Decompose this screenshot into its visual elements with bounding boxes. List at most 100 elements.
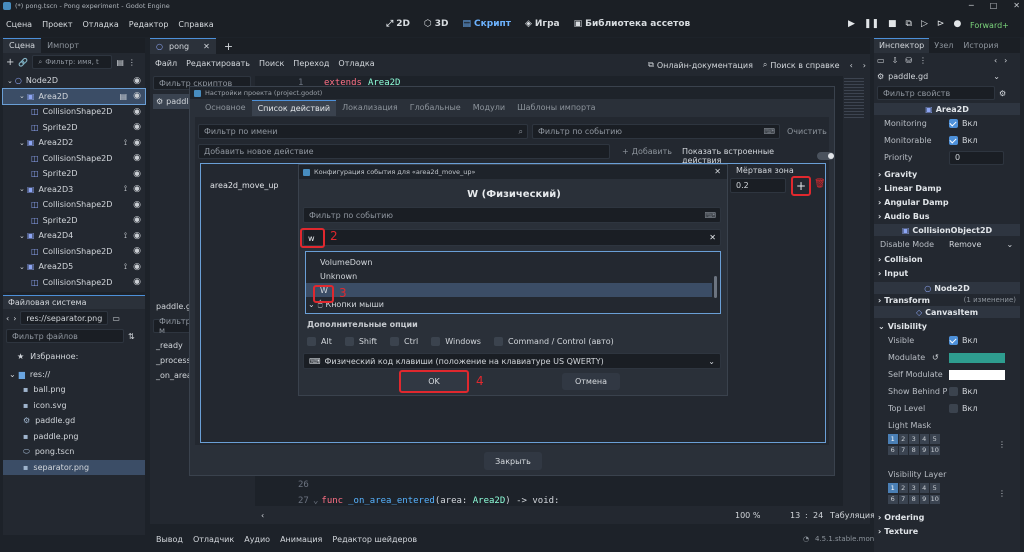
scene-tree-item[interactable]: ⌄ ▣ Area2D ▤ ◉ (2, 87, 146, 105)
inspector-group[interactable]: › Angular Damp (874, 196, 1020, 208)
visibility-eye-icon[interactable]: ◉ (133, 262, 141, 272)
tab-pong[interactable]: ○ pong ✕ (150, 38, 216, 54)
layer-toggle[interactable]: 6 (888, 445, 898, 455)
menu-item[interactable]: Отладка (83, 20, 119, 29)
scene-tree-item[interactable]: ◫ Sprite2D ◉ (3, 213, 145, 229)
tab-history[interactable]: История (958, 39, 1003, 52)
remote-debug-icon[interactable]: ⧉ (906, 19, 912, 29)
settings-tab[interactable]: Основное (199, 100, 252, 115)
list-item[interactable]: VolumeDown (306, 255, 720, 269)
modifier-checkbox[interactable]: Shift (344, 337, 377, 346)
close-button[interactable]: Закрыть (484, 452, 542, 470)
tab-node[interactable]: Узел (929, 39, 958, 52)
group-visibility[interactable]: ⌄ Visibility (874, 320, 1020, 332)
list-item[interactable]: Unknown (306, 269, 720, 283)
layer-toggle[interactable]: 9 (919, 445, 929, 455)
modifier-checkbox[interactable]: Windows (431, 337, 481, 346)
layer-toggle[interactable]: 3 (909, 483, 919, 493)
checkbox-unchecked[interactable] (949, 404, 958, 413)
scene-filter-input[interactable]: ⌕ Фильтр: имя, t (32, 55, 113, 69)
load-resource-icon[interactable]: ⇩ (892, 56, 899, 65)
scene-tree-item[interactable]: ⌄ ▣ Area2D3 ⟟ ◉ (3, 182, 145, 198)
scene-tree-item[interactable]: ⌄ ▣ Area2D4 ⟟ ◉ (3, 228, 145, 244)
group-texture[interactable]: › Texture (874, 525, 1020, 537)
layer-toggle[interactable]: 1 (888, 434, 898, 444)
ok-button[interactable]: OK (399, 370, 469, 393)
bottom-tab[interactable]: Вывод (156, 535, 183, 544)
close-tab-icon[interactable]: ✕ (203, 42, 210, 51)
visibility-eye-icon[interactable]: ◉ (133, 122, 141, 132)
checkbox-checked[interactable] (949, 136, 958, 145)
group-transform[interactable]: › Transform (1 изменение) (874, 294, 1020, 306)
help-search-button[interactable]: ⌕ Поиск в справке (763, 60, 840, 70)
clear-button[interactable]: Очистить (787, 127, 827, 136)
more-icon[interactable]: ⋮ (998, 489, 1006, 498)
play-custom-icon[interactable]: ⊳ (937, 19, 945, 29)
section-collision-object[interactable]: ▣ CollisionObject2D (874, 224, 1020, 236)
signal-icon[interactable]: ⟟ (124, 231, 127, 241)
layer-toggle[interactable]: 4 (919, 434, 929, 444)
close-window-button[interactable]: ✕ (1013, 1, 1020, 10)
tab-scene[interactable]: Сцена (3, 38, 42, 53)
movie-icon[interactable]: ● (953, 19, 961, 29)
scene-tree-item[interactable]: ◫ Sprite2D ◉ (3, 120, 145, 136)
layer-toggle[interactable]: 3 (909, 434, 919, 444)
script-menu-item[interactable]: Файл (155, 59, 177, 68)
settings-tab[interactable]: Глобальные (404, 100, 467, 115)
new-action-input[interactable]: Добавить новое действие (198, 144, 610, 159)
visibility-eye-icon[interactable]: ◉ (133, 231, 141, 241)
new-resource-icon[interactable]: ▭ (877, 56, 885, 65)
tab-inspector[interactable]: Инспектор (874, 38, 930, 53)
favorites-item[interactable]: ★ Избранное: (3, 349, 145, 365)
layer-toggle[interactable]: 9 (919, 494, 929, 504)
script-menu-item[interactable]: Редактировать (186, 59, 250, 68)
inspector-group[interactable]: › Linear Damp (874, 182, 1020, 194)
history-forward-icon[interactable]: › (1004, 56, 1007, 65)
event-search-input[interactable]: ✕ (303, 229, 721, 246)
layer-toggle[interactable]: 5 (930, 483, 940, 493)
path-input[interactable]: res://separator.png (20, 311, 109, 325)
bottom-tab[interactable]: Отладчик (193, 535, 234, 544)
minimap[interactable] (844, 78, 864, 118)
clear-search-icon[interactable]: ✕ (709, 233, 716, 242)
self-modulate-color-swatch[interactable] (949, 369, 1005, 380)
visibility-eye-icon[interactable]: ◉ (133, 169, 141, 179)
group-ordering[interactable]: › Ordering (874, 511, 1020, 523)
filter-name-input[interactable]: Фильтр по имени ⌕ (198, 124, 528, 139)
zoom-level[interactable]: 100 % (735, 511, 760, 520)
layer-toggle[interactable]: 7 (898, 445, 908, 455)
reset-icon[interactable]: ↺ (932, 353, 939, 362)
toggle-scripts-icon[interactable]: ‹ (261, 511, 264, 520)
menu-item[interactable]: Сцена (6, 20, 32, 29)
more-icon[interactable]: ⋮ (128, 58, 136, 67)
add-action-button[interactable]: + Добавить (622, 147, 672, 156)
modifier-checkbox[interactable]: Ctrl (390, 337, 418, 346)
renderer-select[interactable]: Forward+ (970, 21, 1009, 30)
prev-script-icon[interactable]: ‹ (850, 61, 853, 70)
save-resource-icon[interactable]: ⛁ (905, 56, 912, 65)
more-icon[interactable]: ⋮ (998, 440, 1006, 449)
scene-tree-item[interactable]: ◫ CollisionShape2D ◉ (3, 151, 145, 167)
inspector-group[interactable]: › Audio Bus (874, 210, 1020, 222)
settings-tab[interactable]: Шаблоны импорта (511, 100, 602, 115)
modifier-checkbox[interactable]: Alt (307, 337, 332, 346)
property-filter-input[interactable]: Фильтр свойств (877, 86, 995, 100)
signal-icon[interactable]: ⟟ (124, 262, 127, 272)
section-node2d[interactable]: ○ Node2D (874, 282, 1020, 294)
checkbox-checked[interactable] (949, 336, 958, 345)
tab-asset-library[interactable]: ▣ Библиотека ассетов (574, 19, 691, 29)
signal-icon[interactable]: ⟟ (124, 138, 127, 148)
action-row-label[interactable]: area2d_move_up (210, 181, 279, 190)
forward-icon[interactable]: › (13, 314, 16, 323)
play-scene-icon[interactable]: ▷ (921, 19, 928, 29)
visibility-eye-icon[interactable]: ◉ (133, 91, 141, 101)
layer-toggle[interactable]: 10 (930, 494, 940, 504)
section-area2d[interactable]: ▣ Area2D (874, 103, 1020, 115)
visibility-eye-icon[interactable]: ◉ (133, 107, 141, 117)
script-menu-item[interactable]: Переход (293, 59, 329, 68)
menu-item[interactable]: Проект (42, 20, 72, 29)
next-script-icon[interactable]: › (863, 61, 866, 70)
visibility-eye-icon[interactable]: ◉ (133, 76, 141, 86)
layer-toggle[interactable]: 2 (898, 483, 908, 493)
history-back-icon[interactable]: ‹ (994, 56, 997, 65)
